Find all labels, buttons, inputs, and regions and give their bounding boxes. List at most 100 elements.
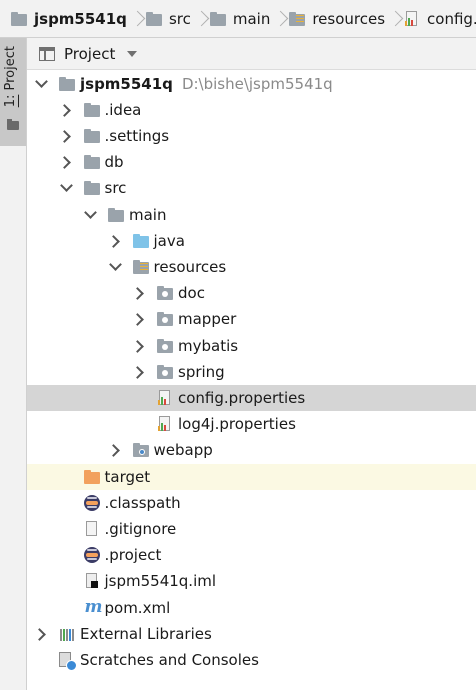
- folder-icon: [83, 180, 101, 196]
- chevron-right-icon[interactable]: [131, 364, 147, 380]
- breadcrumb-item-config-properties[interactable]: config.prop: [397, 0, 476, 37]
- module-folder-icon: [10, 11, 28, 27]
- tree-row[interactable]: m pom.xml: [27, 595, 476, 621]
- chevron-down-icon[interactable]: [33, 76, 49, 92]
- chevron-right-icon[interactable]: [107, 233, 123, 249]
- tree-row[interactable]: .classpath: [27, 490, 476, 516]
- folder-icon: [83, 128, 101, 144]
- chevron-down-icon[interactable]: [127, 50, 138, 57]
- project-view-title[interactable]: Project: [64, 45, 115, 63]
- tree-row[interactable]: resources: [27, 254, 476, 280]
- tree-row-label: .idea: [104, 100, 142, 119]
- module-path: D:\bishe\jspm5541q: [181, 74, 333, 93]
- tree-row-label: jspm5541q: [80, 74, 173, 93]
- eclipse-icon: [83, 547, 101, 564]
- folder-icon: [145, 11, 163, 27]
- excluded-folder-icon: [83, 469, 101, 485]
- tree-row-label: target: [104, 467, 151, 486]
- project-view-header: Project: [27, 38, 476, 70]
- tree-row[interactable]: jspm5541q.iml: [27, 568, 476, 594]
- library-icon: [58, 626, 76, 642]
- scratches-icon: [58, 651, 77, 671]
- tree-row[interactable]: java: [27, 228, 476, 254]
- text-file-icon: [83, 520, 101, 537]
- folder-icon: [209, 11, 227, 27]
- tree-row[interactable]: webapp: [27, 437, 476, 463]
- tree-row[interactable]: log4j.properties: [27, 411, 476, 437]
- maven-icon: m: [84, 596, 103, 617]
- project-tab-label: 1: Project: [3, 46, 18, 108]
- tree-row-label: mybatis: [178, 336, 239, 355]
- chevron-right-icon[interactable]: [58, 154, 74, 170]
- tree-row-label: main: [129, 205, 167, 224]
- chevron-right-icon[interactable]: [131, 311, 147, 327]
- tree-row-label: mapper: [178, 310, 237, 329]
- module-folder-icon: [58, 76, 76, 92]
- chevron-right-icon[interactable]: [58, 128, 74, 144]
- tree-row[interactable]: config.properties: [27, 384, 476, 411]
- tree-row[interactable]: jspm5541q D:\bishe\jspm5541q: [27, 71, 476, 97]
- tree-row[interactable]: mybatis: [27, 333, 476, 359]
- chevron-down-icon[interactable]: [58, 180, 74, 196]
- breadcrumb-label: resources: [312, 9, 386, 28]
- chevron-right-icon[interactable]: [131, 285, 147, 301]
- tree-row[interactable]: mapper: [27, 306, 476, 332]
- package-folder-icon: [156, 364, 174, 380]
- package-folder-icon: [156, 338, 174, 354]
- tree-row[interactable]: doc: [27, 280, 476, 306]
- project-tool-window-tab[interactable]: 1: Project: [0, 38, 26, 146]
- resources-folder-icon: [132, 259, 150, 275]
- package-folder-icon: [156, 311, 174, 327]
- properties-file-icon: [156, 389, 174, 406]
- tree-row-label: jspm5541q.iml: [104, 572, 217, 591]
- chevron-down-icon[interactable]: [82, 207, 98, 223]
- tree-row-label: config.properties: [178, 388, 306, 407]
- chevron-right-icon[interactable]: [131, 338, 147, 354]
- web-folder-icon: [132, 442, 150, 458]
- properties-file-icon: [156, 416, 174, 432]
- breadcrumb-item-resources[interactable]: resources: [282, 0, 387, 37]
- tree-row-label: .classpath: [104, 493, 181, 512]
- navigation-breadcrumb: jspm5541q src main resources config.prop: [0, 0, 476, 38]
- chevron-right-icon[interactable]: [33, 626, 49, 642]
- folder-icon: [83, 102, 101, 118]
- tree-row-label: java: [153, 231, 185, 250]
- tree-row-label: Scratches and Consoles: [80, 650, 259, 669]
- breadcrumb-label: jspm5541q: [34, 9, 127, 28]
- tree-row[interactable]: Scratches and Consoles: [27, 647, 476, 673]
- tree-row-label: pom.xml: [104, 598, 171, 617]
- tree-row[interactable]: .project: [27, 542, 476, 568]
- breadcrumb-label: config.prop: [427, 9, 476, 28]
- resources-folder-icon: [288, 11, 306, 27]
- breadcrumb-item-main[interactable]: main: [203, 0, 272, 37]
- tree-row-label: webapp: [153, 441, 213, 460]
- tree-row-label: spring: [178, 362, 225, 381]
- chevron-right-icon[interactable]: [58, 102, 74, 118]
- tree-row[interactable]: target: [27, 463, 476, 490]
- breadcrumb-item-jspm5541q[interactable]: jspm5541q: [0, 0, 129, 37]
- tree-row[interactable]: db: [27, 149, 476, 175]
- tree-row[interactable]: .idea: [27, 97, 476, 123]
- tree-row[interactable]: .gitignore: [27, 516, 476, 542]
- tree-row[interactable]: .settings: [27, 123, 476, 149]
- breadcrumb-item-src[interactable]: src: [139, 0, 193, 37]
- tree-row-label: resources: [153, 257, 227, 276]
- chevron-down-icon[interactable]: [107, 259, 123, 275]
- tree-row[interactable]: main: [27, 202, 476, 228]
- chevron-right-icon[interactable]: [107, 442, 123, 458]
- iml-file-icon: [83, 573, 101, 589]
- tree-row[interactable]: External Libraries: [27, 621, 476, 647]
- eclipse-icon: [83, 494, 101, 511]
- tree-row-label: doc: [178, 284, 205, 303]
- tree-row[interactable]: spring: [27, 359, 476, 385]
- folder-icon: [107, 207, 125, 223]
- tool-window-stripe: 1: Project: [0, 38, 27, 690]
- tree-row[interactable]: src: [27, 175, 476, 201]
